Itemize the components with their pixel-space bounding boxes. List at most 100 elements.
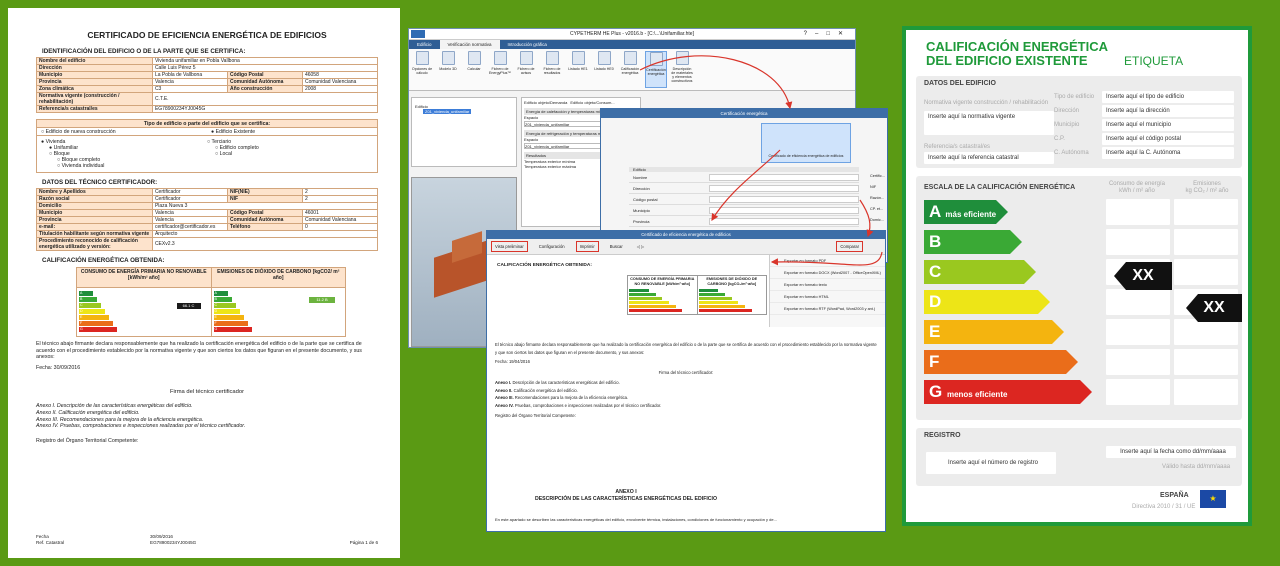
ribbon-button[interactable]: Fichero de EnergyPlus™ — [489, 51, 511, 88]
search-button[interactable]: Buscar — [607, 242, 626, 251]
rating-table: CONSUMO DE ENERGÍA PRIMARIA NO RENOVABLE… — [76, 267, 346, 337]
rating-scale-box: ESCALA DE LA CALIFICACIÓN ENERGÉTICA Con… — [916, 176, 1242, 420]
table-row: Provincia Valencia Comunidad Autónoma Comun… — [36, 78, 379, 86]
ribbon-button[interactable]: Modelo 3D — [437, 51, 459, 88]
row-value: CEXv2.3 — [151, 237, 379, 251]
postal-code-input[interactable] — [709, 196, 859, 203]
field-input[interactable]: Inserte aquí el tipo de edificio — [1102, 91, 1234, 103]
form-tab-consumo[interactable]: Edificio objeto/Consum... — [570, 100, 614, 105]
tab-edificio[interactable]: Edificio — [409, 40, 440, 49]
table-row: Provincia Valencia Comunidad Autónoma Comun… — [36, 216, 379, 224]
name-input[interactable] — [709, 174, 859, 181]
row-label-2: Código Postal — [226, 209, 303, 217]
row-label: Domicilio — [36, 202, 153, 210]
registry-label: Registro del Órgano Territorial Competen… — [36, 437, 139, 444]
row-label-2: Comunidad Autónoma — [226, 78, 303, 86]
ribbon-button-label: Fichero de avisos — [517, 67, 535, 75]
building-data-box: DATOS DEL EDIFICIO Normativa vigente con… — [916, 76, 1242, 168]
export-option[interactable]: Exportar en formato HTML — [770, 291, 885, 303]
consumption-scale: A B C D E F G 66.1 C — [77, 288, 211, 336]
signature-label: Firma del técnico certificador — [169, 389, 245, 396]
row-value-2: Comunidad Valenciana — [301, 78, 379, 86]
normativa-field[interactable]: Inserte aquí la normativa vigente — [924, 111, 1054, 135]
field-input[interactable]: Inserte aquí la C. Autónoma — [1102, 147, 1234, 159]
field-input[interactable]: Inserte aquí la dirección — [1102, 105, 1234, 117]
ribbon-button[interactable]: Fichero de resultados — [541, 51, 563, 88]
window-titlebar: CYPETHERM HE Plus - v2016.b - [C:\...\Un… — [409, 29, 855, 40]
field-input[interactable]: Inserte aquí el municipio — [1102, 119, 1234, 131]
ribbon-button[interactable]: Calificación energética — [619, 51, 641, 88]
identification-table: Nombre del edificio Vivienda unifamiliar … — [36, 57, 379, 113]
table-row: Razón social Certificador NIF 2 — [36, 195, 379, 203]
ribbon-button-icon — [649, 52, 663, 66]
date-field[interactable]: Inserte aquí la fecha como dd/mm/aaaa — [1106, 446, 1236, 458]
export-option[interactable]: Exportar en formato texto — [770, 279, 885, 291]
building-data-title: DATOS DEL EDIFICIO — [924, 80, 996, 87]
export-menu: Exportar en formato PDF Exportar en forma… — [769, 255, 885, 327]
certificate-preview-dialog: Certificado de eficiencia energética de … — [486, 230, 886, 532]
quick-access-icon[interactable] — [411, 30, 425, 38]
window-controls[interactable]: ?‒□✕ — [804, 29, 851, 40]
registry-number-field[interactable]: Inserte aquí el número de registro — [926, 452, 1056, 474]
preview-button[interactable]: Vista preliminar — [491, 241, 528, 252]
tab-introduccion[interactable]: Introducción gráfica — [500, 40, 555, 49]
preview-toolbar: Vista preliminar Configuración Imprimir … — [487, 239, 885, 255]
config-button[interactable]: Configuración — [536, 242, 568, 251]
address-input[interactable] — [709, 185, 859, 192]
ribbon-button[interactable]: Listado HE0 — [593, 51, 615, 88]
tree-selected-item[interactable]: Z01_vivienda_unifamiliar — [423, 109, 472, 114]
type-list-right: ○ Terciario ○ Edificio completo ○ Local — [207, 139, 259, 157]
consumption-cell — [1106, 349, 1170, 375]
mini-rating-table: CONSUMO DE ENERGÍA PRIMARIA NO RENOVABLE… — [627, 274, 767, 315]
ribbon-button[interactable]: Opciones de cálculo — [411, 51, 433, 88]
consumption-cell — [1106, 319, 1170, 345]
export-option[interactable]: Exportar en formato DOCX (Word2007 - Off… — [770, 267, 885, 279]
export-option[interactable]: Exportar en formato RTF (WordPad, Word20… — [770, 303, 885, 315]
ribbon-button-label: Listado HE0 — [594, 67, 614, 71]
row-label: Zona climática — [36, 85, 153, 93]
ribbon-button[interactable]: Calcular — [463, 51, 485, 88]
ribbon-button-label: Calificación energética — [620, 67, 640, 75]
row-value-2: Comunidad Valenciana — [301, 216, 379, 224]
grade-bar-g: G menos eficiente — [924, 380, 1092, 404]
field-label: Dirección — [1054, 108, 1080, 114]
row-label: Provincia — [36, 78, 153, 86]
row-value: C3 — [151, 85, 228, 93]
annex-list: Anexo I. Descripción de las característi… — [36, 403, 246, 430]
eu-flag-icon: ★ — [1200, 490, 1226, 508]
certificate-document: CERTIFICADO DE EFICIENCIA ENERGÉTICA DE … — [8, 8, 400, 558]
ribbon-button[interactable]: Listado HE1 — [567, 51, 589, 88]
consumption-cell — [1106, 229, 1170, 255]
municipality-input[interactable] — [709, 207, 859, 214]
ribbon-button-icon — [545, 51, 559, 65]
table-row: Nombre y Apellidos Certificador NIF(NIE) 2 — [36, 188, 379, 196]
province-input[interactable] — [709, 218, 859, 225]
ribbon-button-label: Fichero de resultados — [543, 67, 561, 75]
ribbon-button[interactable]: Fichero de avisos — [515, 51, 537, 88]
grade-bar-b: B — [924, 230, 1022, 254]
row-label: Municipio — [36, 71, 153, 79]
tab-verificacion[interactable]: Verificación normativa — [439, 40, 500, 49]
consumption-header: CONSUMO DE ENERGÍA PRIMARIA NO RENOVABLE… — [77, 268, 211, 288]
certificate-button[interactable]: Certificado de eficiencia energética de … — [761, 123, 851, 163]
document-date: Fecha: 30/09/2016 — [36, 364, 81, 371]
compare-button[interactable]: Comparar — [836, 241, 863, 252]
field-input[interactable]: Inserte aquí el código postal — [1102, 133, 1234, 145]
nav-arrows-icon[interactable]: ◁ ▷ — [634, 242, 648, 251]
catastral-field[interactable]: Inserte aquí la referencia catastral — [924, 152, 1054, 164]
print-button[interactable]: Imprimir — [575, 241, 599, 252]
option-new-building: ○ Edificio de nueva construcción — [41, 129, 116, 135]
row-label: Razón social — [36, 195, 153, 203]
ribbon-button[interactable]: Descripción de materiales y elementos co… — [671, 51, 693, 88]
emissions-cell — [1174, 379, 1238, 405]
table-row: Municipio La Pobla de Vallbona Código Post… — [36, 71, 379, 79]
form-tab-demanda[interactable]: Edificio objeto/Demanda — [524, 100, 567, 105]
energy-label: CALIFICACIÓN ENERGÉTICA DEL EDIFICIO EXIS… — [902, 26, 1252, 526]
country-label: ESPAÑA — [1160, 492, 1189, 499]
document-footer: Fecha Ref. Catastral 30/09/2016 EG78900234… — [36, 534, 378, 545]
ribbon-button[interactable]: Certificación energética — [645, 51, 667, 88]
emissions-cell — [1174, 199, 1238, 225]
row-label: Dirección — [36, 64, 153, 72]
export-option[interactable]: Exportar en formato PDF — [770, 255, 885, 267]
table-row: Referencia/s catastral/es EG78900234YJ004… — [36, 105, 379, 113]
